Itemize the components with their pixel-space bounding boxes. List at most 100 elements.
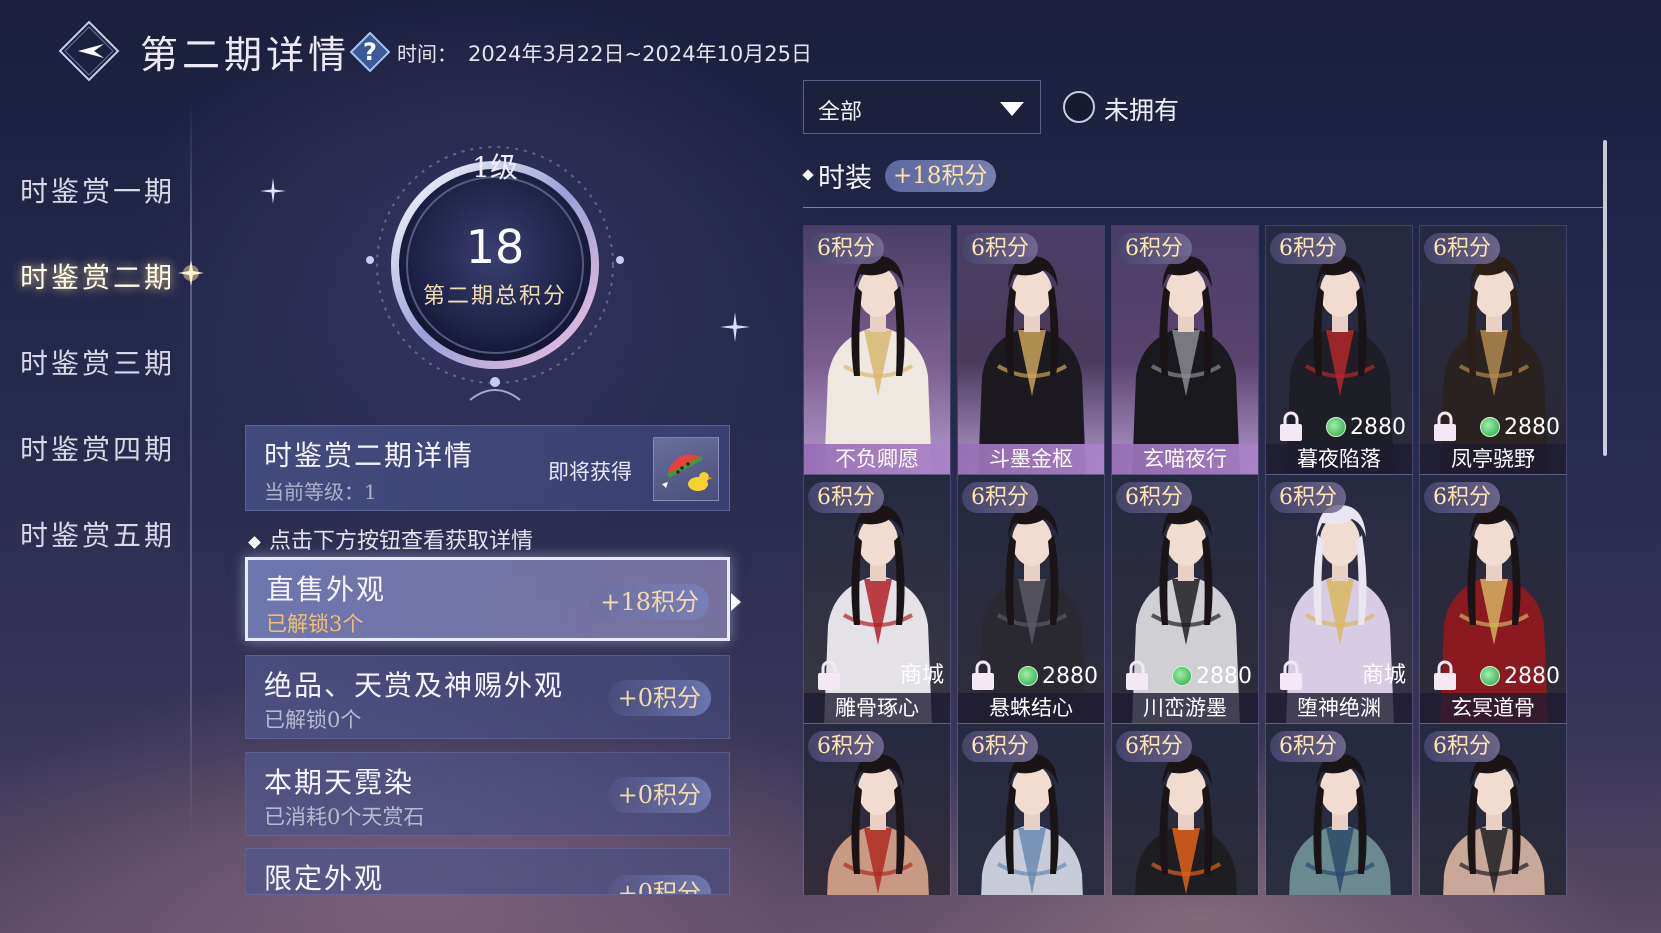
- lock-icon: [818, 660, 840, 690]
- outfit-name: 不负卿愿: [804, 444, 950, 474]
- category-subtitle: 已解锁3个: [266, 612, 364, 636]
- outfit-card[interactable]: 6积分: [1419, 723, 1567, 895]
- points-badge: 6积分: [1270, 482, 1346, 513]
- points-badge: 6积分: [1116, 731, 1192, 762]
- points-badge: 6积分: [1424, 233, 1500, 264]
- price-label: 2880: [1172, 664, 1252, 689]
- category-limited[interactable]: 限定外观 +0积分: [245, 848, 730, 895]
- outfit-name: 堕神绝渊: [1266, 693, 1412, 723]
- price-value: 商城: [899, 663, 944, 688]
- section-points: +18积分: [885, 160, 996, 192]
- active-sparkle-icon: [178, 260, 204, 286]
- sparkle-icon: [260, 178, 286, 204]
- price-value: 2880: [1350, 415, 1406, 440]
- outfit-card[interactable]: 6积分: [1265, 723, 1413, 895]
- chevron-down-icon: [1000, 102, 1024, 116]
- nav-item-period-1[interactable]: 时鉴赏一期: [20, 170, 175, 210]
- price-label: 2880: [1326, 415, 1406, 440]
- unowned-radio[interactable]: [1063, 91, 1095, 123]
- category-title: 绝品、天赏及神赐外观: [264, 669, 565, 702]
- outfit-name: 斗墨金枢: [958, 444, 1104, 474]
- upcoming-reward-slot[interactable]: [653, 437, 719, 501]
- nav-item-period-5[interactable]: 时鉴赏五期: [20, 514, 175, 554]
- watermelon-duck-icon: [662, 454, 713, 491]
- lock-icon: [1126, 660, 1148, 690]
- back-icon[interactable]: [58, 20, 120, 82]
- lock-icon: [1280, 411, 1302, 441]
- points-badge: 6积分: [1116, 482, 1192, 513]
- points-badge: 6积分: [1116, 233, 1192, 264]
- outfit-card[interactable]: 6积分 2880 玄冥道骨: [1419, 474, 1567, 724]
- outfit-grid: 6积分 不负卿愿 6积分 斗墨金枢 6积分 玄喵夜行 6积分 2880 暮夜陷落 6积分 2880 凤…: [803, 225, 1603, 895]
- category-direct-sale[interactable]: 直售外观 已解锁3个 +18积分: [245, 557, 730, 641]
- points-badge: 6积分: [1424, 731, 1500, 762]
- category-title: 直售外观: [266, 573, 387, 606]
- total-score: 18: [465, 220, 525, 274]
- price-value: 2880: [1196, 664, 1252, 689]
- points-badge: 6积分: [1424, 482, 1500, 513]
- outfit-card[interactable]: 6积分斗墨金枢: [957, 225, 1105, 475]
- points-badge: 6积分: [962, 482, 1038, 513]
- selected-arrow-icon: [731, 593, 741, 611]
- outfit-card[interactable]: 6积分商城堕神绝渊: [1265, 474, 1413, 724]
- outfit-name: 暮夜陷落: [1266, 444, 1412, 474]
- price-label: 2880: [1018, 664, 1098, 689]
- outfit-card[interactable]: 6积分 玄喵夜行: [1111, 225, 1259, 475]
- outfit-card[interactable]: 6积分 商城 雕骨琢心: [803, 474, 951, 724]
- lock-icon: [972, 660, 994, 690]
- date-label: 时间：: [397, 42, 457, 66]
- outfit-card[interactable]: 6积分 2880 凤亭骁野: [1419, 225, 1567, 475]
- sparkle-icon: [720, 312, 750, 342]
- scrollbar-thumb[interactable]: [1603, 140, 1607, 456]
- outfit-card[interactable]: 6积分 2880 川峦游墨: [1111, 474, 1259, 724]
- date-range: 2024年3月22日~2024年10月25日: [468, 42, 813, 66]
- nav-item-period-4[interactable]: 时鉴赏四期: [20, 428, 175, 468]
- nav-item-period-2[interactable]: 时鉴赏二期: [20, 256, 175, 296]
- category-points: +0积分: [607, 777, 711, 813]
- category-title: 本期天霓染: [264, 766, 415, 799]
- detail-title: 时鉴赏二期详情: [264, 439, 475, 472]
- category-subtitle: 已消耗0个天赏石: [264, 805, 425, 829]
- price-label: 商城: [1362, 657, 1406, 689]
- jade-coin-icon: [1326, 417, 1346, 437]
- points-badge: 6积分: [1270, 731, 1346, 762]
- outfit-name: 玄冥道骨: [1420, 693, 1566, 723]
- outfit-card[interactable]: 6积分: [1111, 723, 1259, 895]
- unowned-label[interactable]: 未拥有: [1104, 91, 1179, 127]
- period-detail-card: 时鉴赏二期详情 当前等级：1 即将获得: [245, 425, 730, 511]
- category-dye[interactable]: 本期天霓染 已消耗0个天赏石 +0积分: [245, 752, 730, 836]
- score-ring: 1级 18 第二期总积分: [350, 130, 640, 420]
- category-subtitle: 已解锁0个: [264, 708, 362, 732]
- outfit-name: 悬蛛结心: [958, 693, 1104, 723]
- outfit-name: 雕骨琢心: [804, 693, 950, 723]
- points-badge: 6积分: [808, 233, 884, 264]
- price-value: 2880: [1042, 664, 1098, 689]
- price-value: 2880: [1504, 664, 1560, 689]
- category-points: +0积分: [607, 680, 711, 716]
- outfit-card[interactable]: 6积分: [803, 723, 951, 895]
- jade-coin-icon: [1018, 666, 1038, 686]
- points-badge: 6积分: [962, 233, 1038, 264]
- outfit-card[interactable]: 6积分不负卿愿: [803, 225, 951, 475]
- total-score-caption: 第二期总积分: [422, 284, 567, 309]
- help-icon[interactable]: ?: [350, 32, 390, 72]
- filter-dropdown-value: 全部: [818, 100, 863, 125]
- outfit-card[interactable]: 6积分 2880 悬蛛结心: [957, 474, 1105, 724]
- jade-coin-icon: [1480, 666, 1500, 686]
- section-title: 时装: [818, 163, 872, 194]
- outfit-card[interactable]: 6积分: [957, 723, 1105, 895]
- page-title: 第二期详情: [140, 33, 351, 77]
- outfit-card[interactable]: 6积分 2880 暮夜陷落: [1265, 225, 1413, 475]
- price-value: 2880: [1504, 415, 1560, 440]
- current-level: 当前等级：1: [264, 480, 377, 504]
- category-premium[interactable]: 绝品、天赏及神赐外观 已解锁0个 +0积分: [245, 655, 730, 739]
- category-title: 限定外观: [264, 862, 385, 895]
- nav-item-period-3[interactable]: 时鉴赏三期: [20, 342, 175, 382]
- price-value: 商城: [1361, 663, 1406, 688]
- bullet-icon: [802, 169, 814, 181]
- price-label: 商城: [900, 657, 944, 689]
- filter-dropdown[interactable]: 全部: [803, 80, 1041, 134]
- hint-label: 点击下方按钮查看获取详情: [269, 529, 534, 554]
- hint-text: 点击下方按钮查看获取详情: [248, 523, 534, 555]
- outfit-name: 凤亭骁野: [1420, 444, 1566, 474]
